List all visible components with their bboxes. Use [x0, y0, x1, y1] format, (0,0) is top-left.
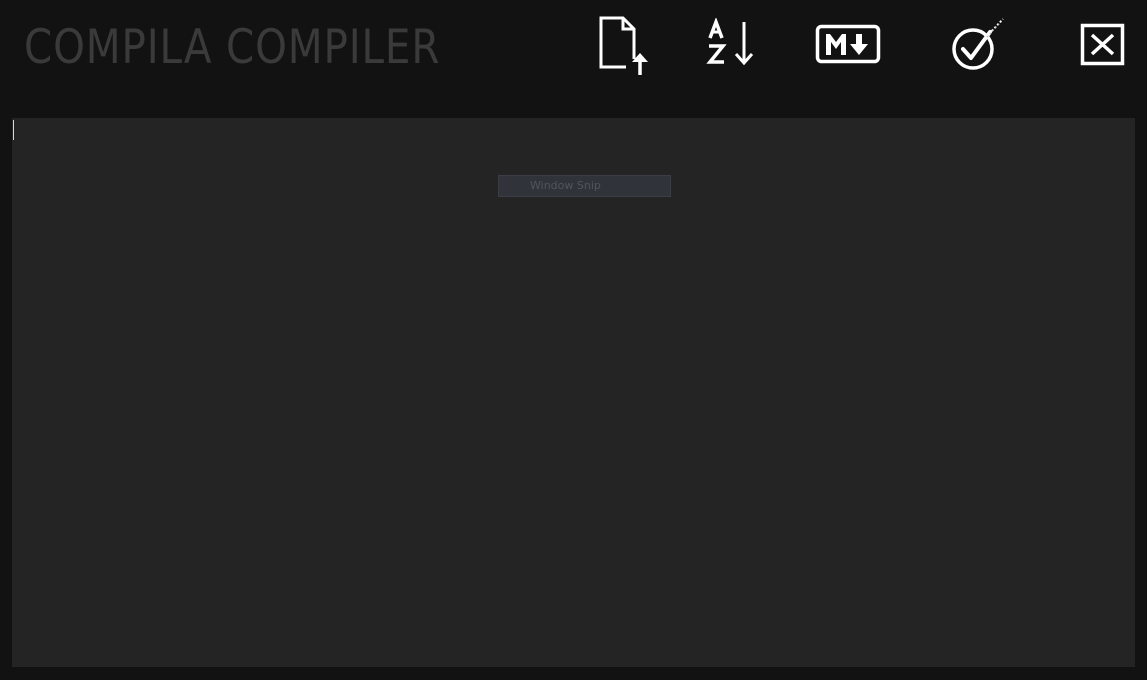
upload-file-button[interactable] [596, 15, 656, 79]
close-button[interactable] [1078, 20, 1128, 70]
app-window: COMPILA COMPILER Window Snip [0, 0, 1147, 680]
sort-a-z-button[interactable] [704, 18, 760, 70]
app-title: COMPILA COMPILER [24, 20, 441, 75]
file-upload-icon [596, 15, 656, 79]
window-snip-tooltip: Window Snip [498, 175, 671, 197]
code-editor[interactable]: Window Snip [12, 118, 1135, 667]
compile-check-button[interactable] [946, 16, 1008, 72]
text-caret [13, 120, 14, 140]
close-box-icon [1078, 20, 1128, 70]
check-circle-icon [946, 16, 1008, 72]
markdown-button[interactable] [814, 22, 884, 68]
sort-a-z-icon [704, 18, 760, 70]
markdown-download-icon [814, 22, 884, 68]
